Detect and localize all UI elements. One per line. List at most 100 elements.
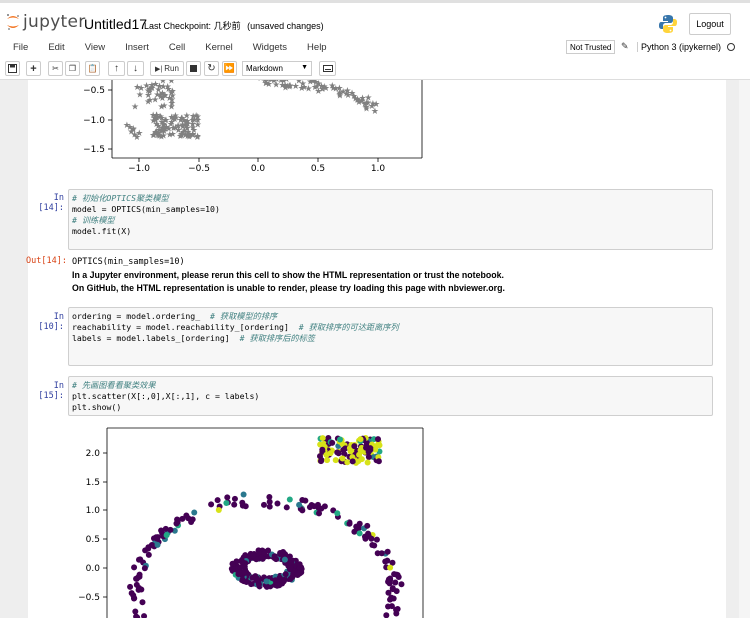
plot-bottom-point	[179, 515, 186, 522]
menu-widgets[interactable]: Widgets	[253, 42, 287, 53]
pencil-icon[interactable]: ✎	[621, 41, 629, 52]
stop-icon[interactable]	[186, 61, 201, 76]
plot-bottom-point	[250, 552, 257, 559]
plot-bottom-point	[337, 436, 344, 443]
logout-button[interactable]: Logout	[689, 13, 731, 35]
notebook-name[interactable]: Untitled17	[84, 16, 147, 32]
plot-top-point: ★	[169, 130, 177, 140]
plot-bottom-point	[128, 590, 135, 597]
plot-bottom-point	[387, 564, 394, 571]
restart-icon[interactable]: ↻	[204, 61, 219, 76]
plot-bottom-point	[283, 504, 290, 511]
cell-type-select[interactable]: Markdown ▼	[242, 61, 312, 76]
plot-bottom-point	[231, 501, 238, 508]
menu-insert[interactable]: Insert	[125, 42, 149, 53]
save-icon[interactable]	[5, 61, 20, 76]
plot-bottom-point	[296, 561, 303, 568]
plot-top-point: ★	[133, 133, 141, 143]
cell-10-line-2-comment: # 获取排序的可达距离序列	[298, 322, 399, 332]
plot-top-point: ★	[157, 113, 165, 123]
cell-14-in-prompt: In [14]:	[38, 193, 64, 213]
plus-icon[interactable]: +	[26, 61, 41, 76]
scrollbar[interactable]	[739, 80, 750, 618]
plot-bottom-point	[323, 451, 330, 458]
plot-bottom-point	[141, 565, 148, 572]
cut-icon[interactable]: ✂	[48, 61, 63, 76]
plot-bottom-point	[294, 571, 301, 578]
cell-10-line-1-comment: # 获取模型的排序	[210, 311, 278, 321]
run-icon: ▶|	[155, 65, 163, 73]
menu-help[interactable]: Help	[307, 42, 327, 53]
ytick-top-2: −1.0	[83, 116, 105, 126]
plot-bottom-point	[239, 576, 246, 583]
plot-bottom-point	[189, 516, 196, 523]
run-button[interactable]: ▶| Run	[150, 61, 184, 76]
plot-bottom-point	[308, 502, 315, 509]
chevron-down-icon: ▼	[301, 64, 308, 71]
plot-top-point: ★	[298, 84, 306, 94]
plot-bottom-point	[271, 553, 278, 560]
plot-top-point: ★	[194, 113, 202, 123]
plot-bottom-point	[239, 502, 246, 509]
plot-bottom-point	[334, 510, 341, 517]
checkpoint-label: Last Checkpoint:	[144, 21, 212, 31]
plot-bottom-point	[319, 435, 326, 442]
plot-top-point: ★	[160, 131, 168, 141]
plot-bottom-point	[280, 548, 287, 555]
kernel-indicator: Python 3 (ipykernel)	[637, 42, 736, 52]
plot-bottom-point	[344, 459, 351, 466]
menu-file[interactable]: File	[13, 42, 28, 53]
menu-view[interactable]: View	[85, 42, 105, 53]
plot-top-point: ★	[364, 98, 372, 108]
plot-top-point: ★	[144, 87, 152, 97]
plot-bottom-point	[332, 457, 339, 464]
plot-bottom-point	[389, 586, 396, 593]
plot-bottom-point	[263, 578, 270, 585]
plot-bottom-point	[240, 491, 247, 498]
down-arrow-icon[interactable]: ↓	[127, 61, 144, 76]
jupyter-logo[interactable]: jupyter	[6, 12, 86, 32]
plot-bottom-point	[398, 581, 405, 588]
menu-edit[interactable]: Edit	[48, 42, 64, 53]
plot-bottom-point	[392, 579, 399, 586]
plot-top-point: ★	[184, 128, 192, 138]
checkpoint-time: 几秒前	[213, 21, 241, 31]
copy-icon[interactable]: ❐	[65, 61, 80, 76]
keyboard-icon[interactable]	[319, 61, 336, 76]
plot-bottom-point	[316, 510, 323, 517]
plot-bottom-point	[364, 459, 371, 466]
cell-10-editor[interactable]: ordering = model.ordering_ # 获取模型的排序 rea…	[68, 307, 713, 366]
plot-bottom-point	[347, 448, 354, 455]
plot-bottom-point	[241, 569, 248, 576]
plot-bottom-point	[393, 571, 400, 578]
ytick-bot-6: −0.5	[78, 593, 100, 603]
cell-15-editor[interactable]: # 先画图看看聚类效果 plt.scatter(X[:,0],X[:,1], c…	[68, 376, 713, 416]
plot-bottom-point	[351, 443, 358, 450]
cell-14-editor[interactable]: # 初始化OPTICS聚类模型 model = OPTICS(min_sampl…	[68, 189, 713, 250]
fast-forward-icon[interactable]: ⏩	[222, 61, 237, 76]
plot-bottom-point	[208, 501, 215, 508]
cell-14-line-4: model.fit(X)	[72, 226, 132, 236]
plot-bottom: 2.0 1.5 1.0 0.5 0.0 −0.5	[78, 427, 424, 618]
cell-14-warning-2: On GitHub, the HTML representation is un…	[72, 283, 505, 293]
plot-bottom-point	[173, 520, 180, 527]
plot-bottom-point	[364, 522, 371, 529]
plot-bottom-point	[339, 455, 346, 462]
plot-bottom-point	[315, 505, 322, 512]
plot-bottom-point	[382, 558, 389, 565]
menu-kernel[interactable]: Kernel	[205, 42, 232, 53]
plot-top-point: ★	[329, 84, 337, 94]
menu-cell[interactable]: Cell	[169, 42, 185, 53]
plot-top-point: ★	[168, 113, 176, 123]
cell-14-output-repr: OPTICS(min_samples=10)	[72, 257, 185, 267]
not-trusted-button[interactable]: Not Trusted	[566, 40, 616, 54]
plot-bottom-point	[154, 541, 161, 548]
plot-bottom-point	[132, 608, 139, 615]
cell-10-line-1-code: ordering = model.ordering_	[72, 311, 211, 321]
plot-bottom-point	[131, 564, 138, 571]
plot-top-point: ★	[151, 96, 159, 106]
logo-text: jupyter	[23, 12, 86, 32]
plot-bottom-point	[266, 503, 273, 510]
up-arrow-icon[interactable]: ↑	[108, 61, 125, 76]
paste-icon[interactable]: 📋	[85, 61, 100, 76]
